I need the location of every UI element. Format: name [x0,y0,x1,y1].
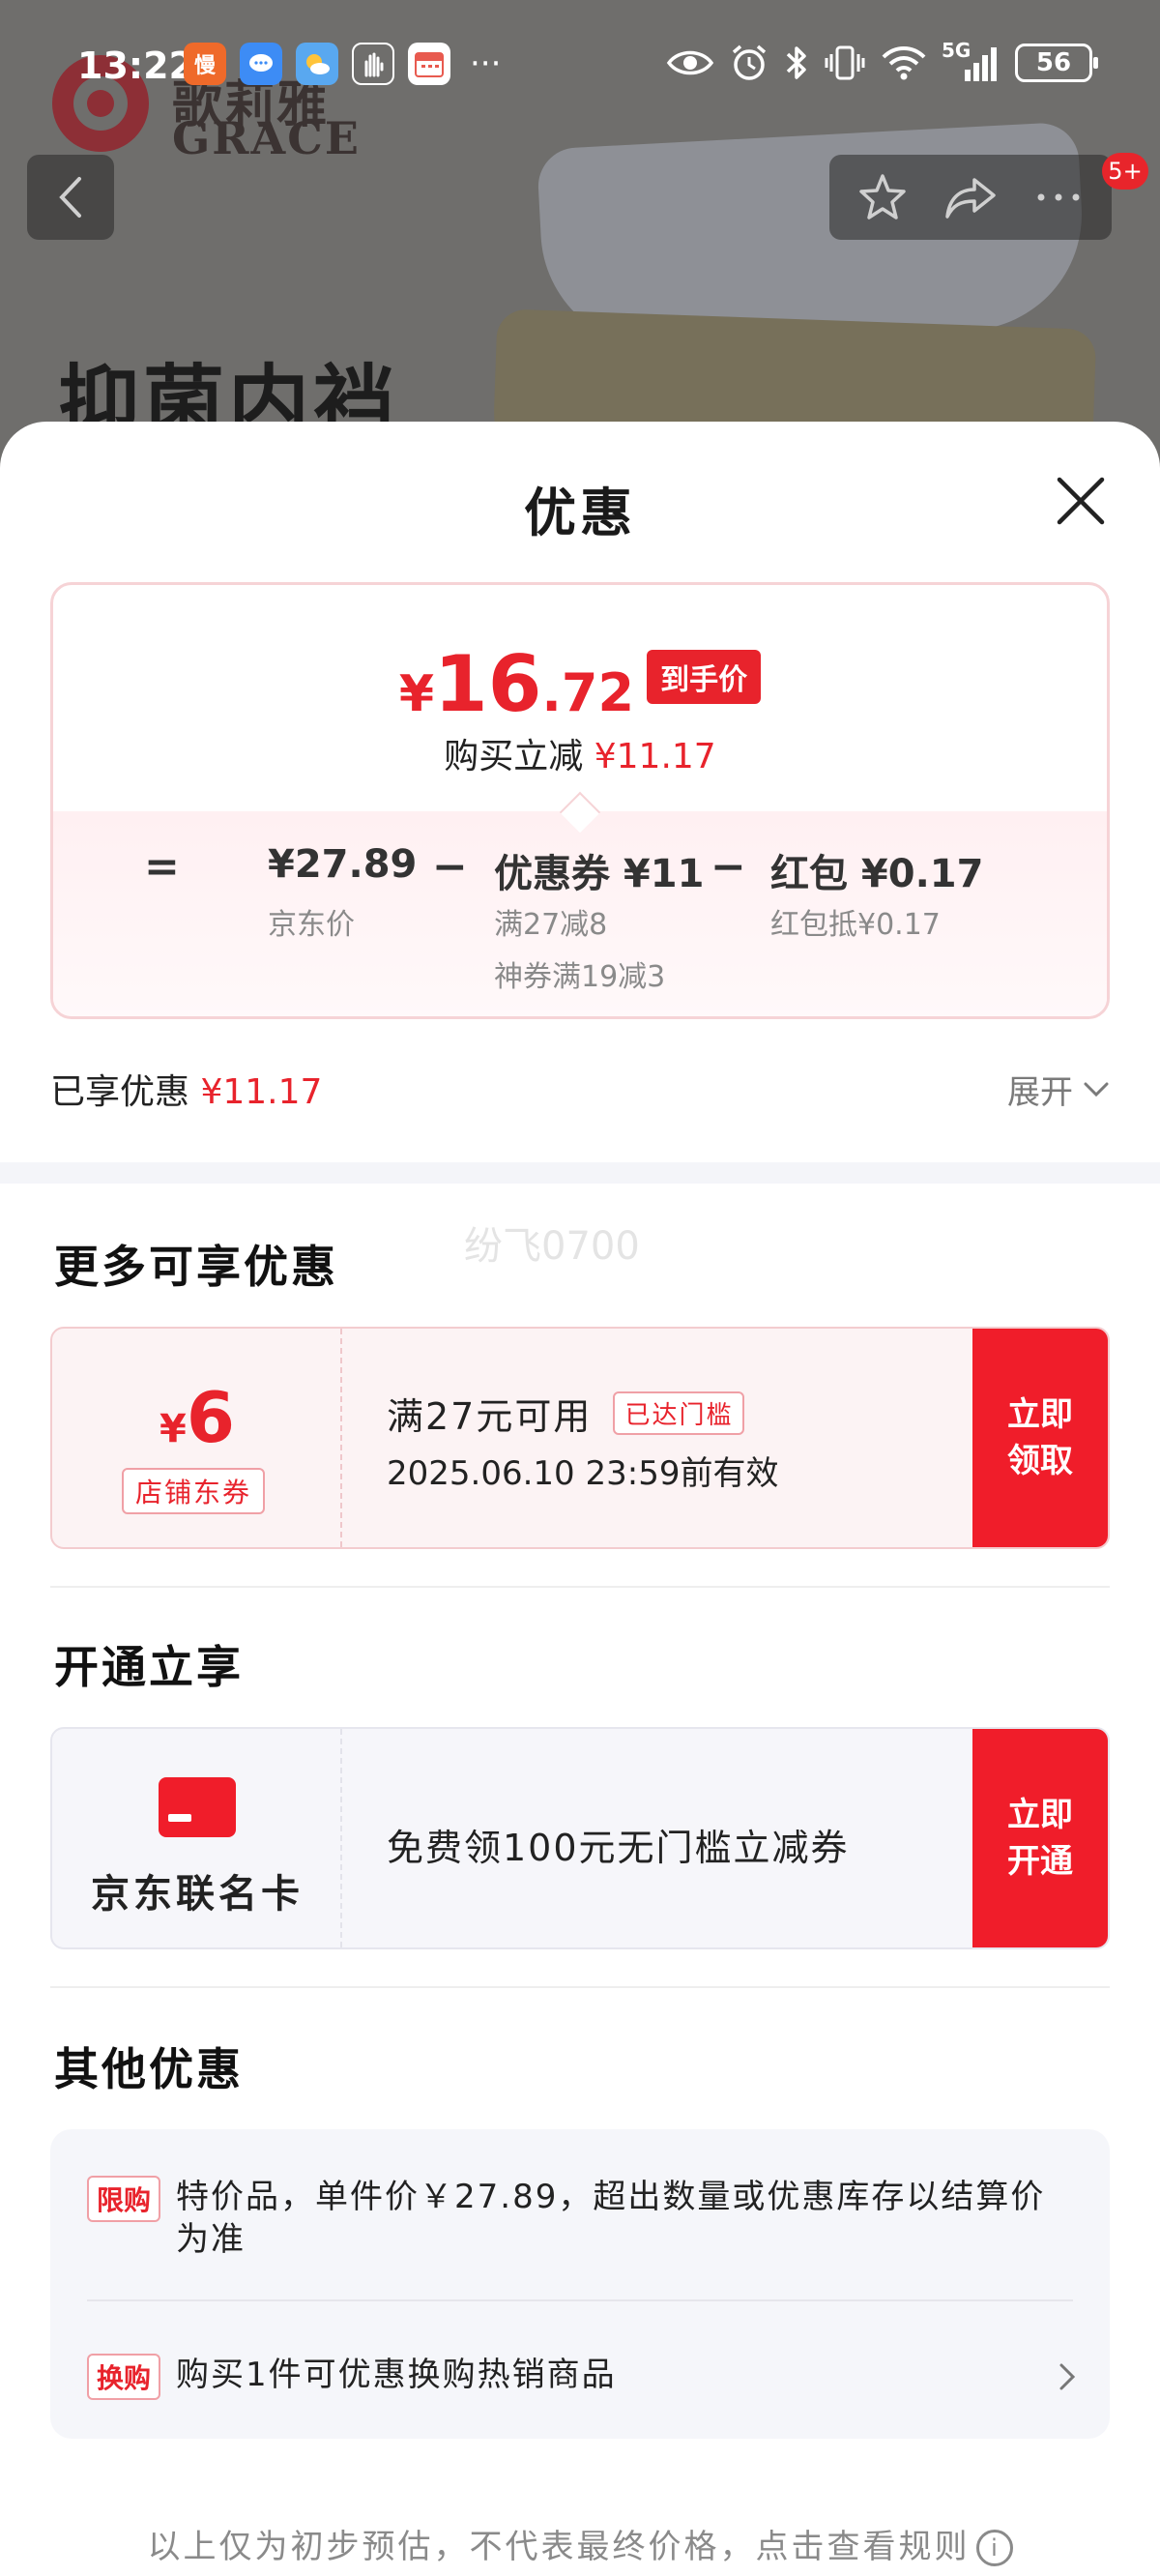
expand-label: 展开 [1007,1073,1073,1112]
claim-coupon-button[interactable]: 立即领取 [972,1329,1108,1547]
final-price: ¥16.72 到手价 [53,639,1107,729]
coupon-discount: 优惠券 ¥11 [494,852,705,896]
other-offers-title: 其他优惠 [54,2043,244,2095]
coupon-rule-1: 满27减8 [494,908,608,942]
equals-sign: = [144,842,180,892]
star-icon[interactable] [856,170,910,224]
more-notifications: ··· [470,44,502,83]
final-price-tag: 到手价 [647,650,762,704]
trade-in-tag: 换购 [87,2354,161,2400]
section-divider-line [50,1586,1110,1588]
enjoyed-label: 已享优惠 [50,1072,190,1112]
cell-signal-icon: 5G [942,39,1001,83]
other-offers-box: 限购 特价品，单件价￥27.89，超出数量或优惠库存以结算价为准 换购 购买1件… [50,2129,1110,2439]
message-app-icon [240,43,282,85]
chevron-left-icon [59,177,81,218]
eye-icon [666,50,714,75]
final-price-decimal: .72 [541,662,635,723]
store-coupon-card: ¥6 店铺东券 满27元可用 已达门槛 2025.06.10 23:59前有效 … [50,1327,1110,1549]
more-icon[interactable] [1031,170,1086,224]
list-item[interactable]: 换购 购买1件可优惠换购热销商品 [87,2354,1046,2400]
enjoyed-amount: ¥11.17 [200,1072,323,1112]
calendar-app-icon [408,43,450,85]
final-price-currency: ¥ [398,665,435,723]
open-card-button[interactable]: 立即开通 [972,1729,1108,1947]
credit-card-icon [159,1777,236,1837]
co-brand-card-offer: 京东联名卡 免费领100元无门槛立减券 立即开通 [50,1727,1110,1949]
system-icons: 5G 56 [665,39,1098,83]
chevron-right-icon[interactable] [1058,2361,1077,2392]
coupon-expiry: 2025.06.10 23:59前有效 [387,1454,779,1493]
section-divider [0,1162,1160,1184]
footer-note[interactable]: 以上仅为初步预估，不代表最终价格，点击查看规则 i [0,2520,1160,2567]
weather-app-icon [296,43,338,85]
trade-in-text: 购买1件可优惠换购热销商品 [176,2356,617,2394]
manman-app-icon: 慢 [184,43,226,85]
battery-level: 56 [1015,44,1098,82]
coupon-type-tag: 店铺东券 [122,1468,266,1514]
card-offer-text: 免费领100元无门槛立减券 [387,1827,850,1869]
list-item: 限购 特价品，单件价￥27.89，超出数量或优惠库存以结算价为准 [87,2176,1046,2261]
sheet-title: 优惠 [524,483,636,543]
redpack-discount: 红包 ¥0.17 [770,852,984,896]
alarm-icon [732,44,767,80]
vibrate-icon [825,45,865,80]
reduce-amount: ¥11.17 [594,737,716,776]
jd-price: ¥27.89 [268,842,418,887]
info-icon[interactable]: i [975,2530,1013,2566]
coupon-value-area: ¥6 店铺东券 [52,1329,342,1547]
threshold-reached-tag: 已达门槛 [613,1391,745,1435]
more-offers-title: 更多可享优惠 [54,1241,338,1293]
gesture-app-icon [352,43,394,85]
brand-name-en: GRACE [172,112,361,164]
price-breakdown-card: ¥16.72 到手价 购买立减 ¥11.17 = ¥27.89 京东价 − 优惠… [50,582,1110,1019]
share-icon[interactable] [942,170,1000,224]
coupon-rule-2: 神券满19减3 [494,960,666,994]
watermark-text: 纷飞0700 [464,1224,640,1269]
top-action-group [829,155,1112,240]
jd-price-label: 京东价 [268,908,355,942]
minus-sign-1: − [432,842,468,892]
close-icon[interactable] [1052,472,1110,530]
coupon-condition-text: 满27元可用 [387,1395,593,1438]
wifi-icon [882,46,926,80]
footer-note-text: 以上仅为初步预估，不代表最终价格，点击查看规则 [147,2528,971,2566]
status-time: 13:22 [77,44,194,87]
back-button[interactable] [27,155,114,240]
minus-sign-2: − [710,842,746,892]
open-enjoy-title: 开通立享 [54,1641,244,1693]
instant-reduction: 购买立减 ¥11.17 [53,728,1107,778]
final-price-integer: 16 [434,639,542,729]
coupon-value: ¥6 [52,1377,342,1458]
row-divider [87,2299,1073,2301]
chevron-down-icon [1084,1082,1109,1097]
reduce-label: 购买立减 [444,737,584,776]
coupon-condition: 满27元可用 已达门槛 [387,1387,745,1440]
limit-purchase-text: 特价品，单件价￥27.89，超出数量或优惠库存以结算价为准 [176,2178,1046,2259]
redpack-rule: 红包抵¥0.17 [770,908,941,942]
discount-sheet: 优惠 ¥16.72 到手价 购买立减 ¥11.17 = ¥27.89 京东价 −… [0,422,1160,2576]
card-name: 京东联名卡 [91,1872,304,1917]
bluetooth-icon [786,46,806,79]
status-bar: 13:22 慢 ··· 5G 56 [0,39,1160,101]
section-divider-line [50,1986,1110,1988]
enjoyed-discount: 已享优惠 ¥11.17 [50,1064,322,1114]
expand-button[interactable]: 展开 [1007,1066,1110,1113]
coupon-currency: ¥ [160,1407,187,1451]
coupon-amount: 6 [186,1377,235,1458]
limit-purchase-tag: 限购 [87,2176,161,2222]
card-info-area: 京东联名卡 [52,1729,342,1947]
notification-icons: 慢 ··· [184,43,501,85]
cart-count-badge: 5+ [1102,153,1148,190]
